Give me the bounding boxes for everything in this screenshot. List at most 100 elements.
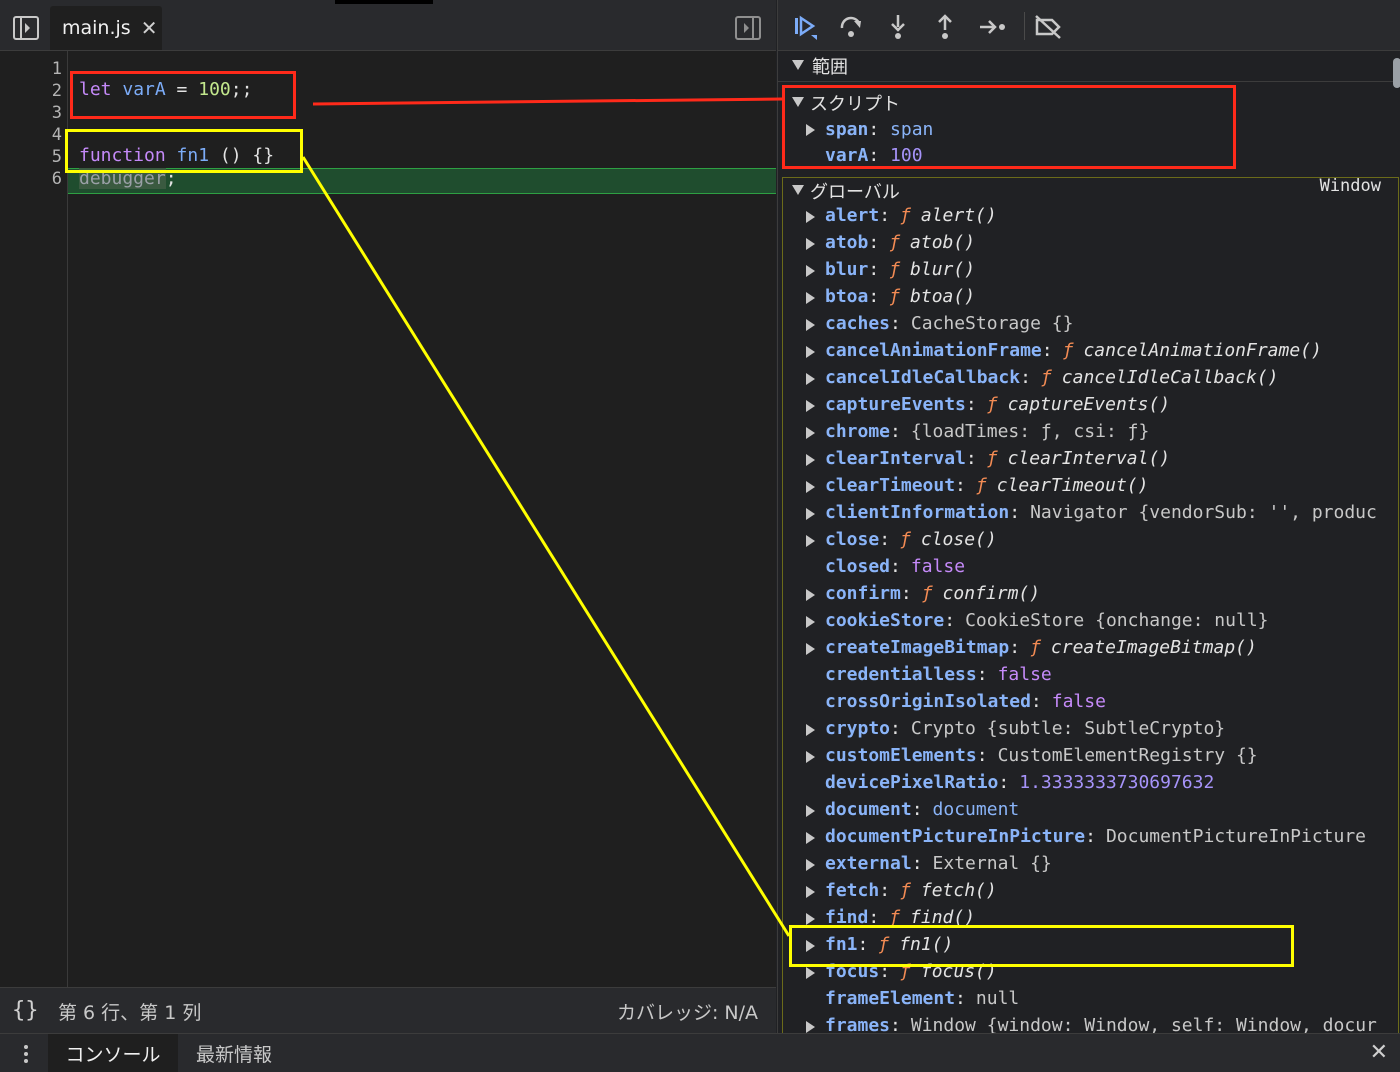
global-property-frameElement[interactable]: frameElement: null	[778, 986, 1386, 1013]
step-over-icon[interactable]	[834, 10, 868, 44]
debugger-sidebar-toggle-icon[interactable]	[730, 12, 766, 44]
expand-triangle-icon[interactable]	[806, 751, 815, 763]
expand-triangle-icon[interactable]	[806, 508, 815, 520]
global-property-cancelAnimationFrame[interactable]: cancelAnimationFrame: ƒ cancelAnimationFra…	[778, 338, 1386, 365]
global-property-crossOriginIsolated[interactable]: crossOriginIsolated: false	[778, 689, 1386, 716]
global-property-devicePixelRatio[interactable]: devicePixelRatio: 1.3333333730697632	[778, 770, 1386, 797]
expand-triangle-icon[interactable]	[806, 886, 815, 898]
global-property-crypto[interactable]: crypto: Crypto {subtle: SubtleCrypto}	[778, 716, 1386, 743]
expand-triangle-icon[interactable]	[806, 265, 815, 277]
close-icon[interactable]: ✕	[141, 16, 158, 40]
tab-console[interactable]: コンソール	[48, 1034, 178, 1072]
tab-whats-new[interactable]: 最新情報	[196, 1034, 272, 1072]
resume-icon[interactable]	[788, 10, 822, 44]
editor-status-bar: {} 第 6 行、第 1 列 カバレッジ: N/A	[0, 987, 776, 1034]
global-property-chrome[interactable]: chrome: {loadTimes: ƒ, csi: ƒ}	[778, 419, 1386, 446]
function-icon: ƒ	[889, 286, 901, 307]
global-property-external[interactable]: external: External {}	[778, 851, 1386, 878]
global-property-document[interactable]: document: document	[778, 797, 1386, 824]
global-property-fetch[interactable]: fetch: ƒ fetch()	[778, 878, 1386, 905]
global-property-clearTimeout[interactable]: clearTimeout: ƒ clearTimeout()	[778, 473, 1386, 500]
global-property-cancelIdleCallback[interactable]: cancelIdleCallback: ƒ cancelIdleCallback()	[778, 365, 1386, 392]
expand-triangle-icon[interactable]	[806, 535, 815, 547]
global-property-btoa[interactable]: btoa: ƒ btoa()	[778, 284, 1386, 311]
global-property-alert[interactable]: alert: ƒ alert()	[778, 203, 1386, 230]
navigator-toggle-icon[interactable]	[6, 11, 46, 45]
expand-triangle-icon[interactable]	[806, 400, 815, 412]
expand-triangle-icon[interactable]	[806, 805, 815, 817]
expand-triangle-icon[interactable]	[806, 211, 815, 223]
expand-triangle-icon[interactable]	[806, 589, 815, 601]
expand-triangle-icon[interactable]	[806, 373, 815, 385]
function-icon: ƒ	[900, 880, 911, 901]
global-property-confirm[interactable]: confirm: ƒ confirm()	[778, 581, 1386, 608]
global-property-clientInformation[interactable]: clientInformation: Navigator {vendorSub: …	[778, 500, 1386, 527]
global-property-frames[interactable]: frames: Window {window: Window, self: Win…	[778, 1013, 1386, 1033]
global-property-credentialless[interactable]: credentialless: false	[778, 662, 1386, 689]
property-key: cancelAnimationFrame	[825, 340, 1042, 361]
expand-triangle-icon[interactable]	[806, 724, 815, 736]
expand-triangle-icon[interactable]	[806, 454, 815, 466]
line-number[interactable]: 2	[0, 81, 62, 101]
expand-triangle-icon[interactable]	[806, 859, 815, 871]
global-property-caches[interactable]: caches: CacheStorage {}	[778, 311, 1386, 338]
property-value: 1.3333333730697632	[1019, 772, 1215, 793]
line-number-gutter[interactable]: 1 2 3 4 5 6	[0, 51, 68, 987]
pretty-print-button[interactable]: {}	[12, 998, 39, 1023]
collapse-triangle-icon	[792, 60, 804, 70]
line-number[interactable]: 1	[0, 59, 62, 79]
collapse-triangle-icon[interactable]	[792, 185, 804, 195]
expand-triangle-icon[interactable]	[806, 319, 815, 331]
property-value: btoa()	[910, 286, 976, 307]
global-scope-section: グローバル Window alert: ƒ alert() atob: ƒ atob() b…	[778, 176, 1400, 1033]
global-scope-badge: Window	[1319, 176, 1381, 196]
line-number[interactable]: 3	[0, 103, 62, 123]
expand-triangle-icon[interactable]	[806, 481, 815, 493]
step-into-icon[interactable]	[881, 10, 915, 44]
expand-triangle-icon[interactable]	[806, 967, 815, 979]
function-icon: ƒ	[900, 205, 911, 226]
expand-triangle-icon[interactable]	[806, 832, 815, 844]
scrollbar-thumb[interactable]	[1393, 58, 1400, 88]
global-property-clearInterval[interactable]: clearInterval: ƒ clearInterval()	[778, 446, 1386, 473]
property-key: document	[825, 799, 912, 820]
deactivate-breakpoints-icon[interactable]	[1031, 10, 1065, 44]
cursor-position[interactable]: 第 6 行、第 1 列	[58, 998, 201, 1025]
expand-triangle-icon[interactable]	[806, 238, 815, 250]
more-options-icon[interactable]	[18, 1042, 34, 1066]
global-scope-title[interactable]: グローバル	[810, 178, 900, 204]
global-property-createImageBitmap[interactable]: createImageBitmap: ƒ createImageBitmap()	[778, 635, 1386, 662]
expand-triangle-icon[interactable]	[806, 913, 815, 925]
property-key: clearInterval	[825, 448, 966, 469]
expand-triangle-icon[interactable]	[806, 292, 815, 304]
step-out-icon[interactable]	[928, 10, 962, 44]
function-icon: ƒ	[900, 529, 911, 550]
close-icon[interactable]: ✕	[1370, 1040, 1388, 1065]
expand-triangle-icon[interactable]	[806, 616, 815, 628]
global-property-closed[interactable]: closed: false	[778, 554, 1386, 581]
step-icon[interactable]	[976, 10, 1010, 44]
function-icon: ƒ	[921, 583, 933, 604]
expand-triangle-icon[interactable]	[806, 643, 815, 655]
global-property-captureEvents[interactable]: captureEvents: ƒ captureEvents()	[778, 392, 1386, 419]
line-number[interactable]: 6	[0, 169, 62, 189]
global-property-blur[interactable]: blur: ƒ blur()	[778, 257, 1386, 284]
property-key: captureEvents	[825, 394, 966, 415]
expand-triangle-icon[interactable]	[806, 1021, 815, 1033]
expand-triangle-icon[interactable]	[806, 427, 815, 439]
property-value: cancelAnimationFrame()	[1083, 340, 1322, 361]
property-value: captureEvents()	[1007, 394, 1171, 415]
annotation-box-red-scope	[782, 85, 1236, 169]
file-tab-main-js[interactable]: main.js ✕	[50, 6, 162, 50]
property-value: false	[910, 556, 966, 577]
global-property-close[interactable]: close: ƒ close()	[778, 527, 1386, 554]
global-property-customElements[interactable]: customElements: CustomElementRegistry {}	[778, 743, 1386, 770]
coverage-status[interactable]: カバレッジ: N/A	[617, 998, 758, 1025]
line-number[interactable]: 4	[0, 125, 62, 145]
scope-pane-header[interactable]: 範囲	[778, 51, 1400, 82]
expand-triangle-icon[interactable]	[806, 346, 815, 358]
global-property-documentPictureInPicture[interactable]: documentPictureInPicture: DocumentPicture…	[778, 824, 1386, 851]
global-property-atob[interactable]: atob: ƒ atob()	[778, 230, 1386, 257]
global-property-cookieStore[interactable]: cookieStore: CookieStore {onchange: null}	[778, 608, 1386, 635]
line-number[interactable]: 5	[0, 147, 62, 167]
